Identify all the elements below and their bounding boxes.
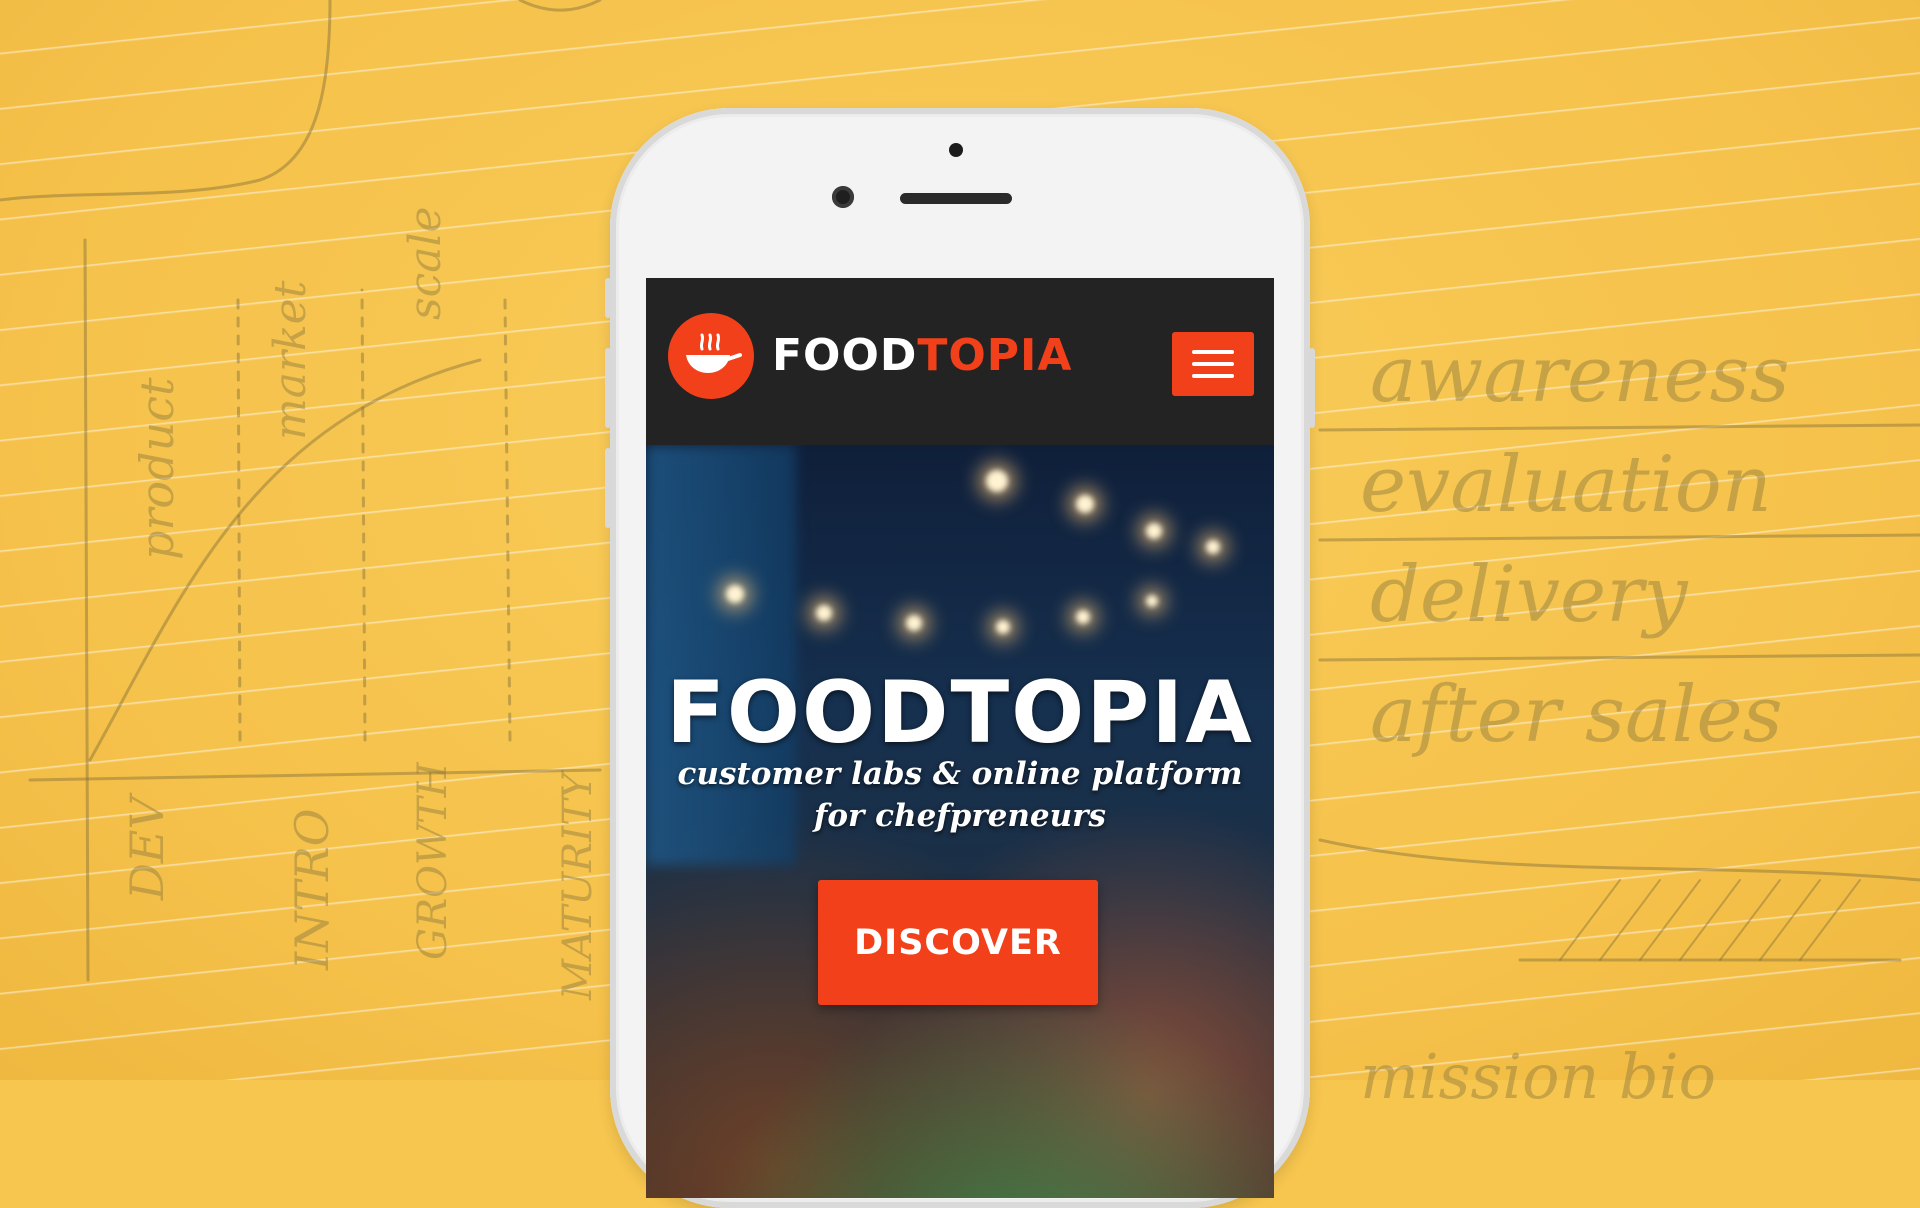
sketch-word-after-sales: after sales	[1370, 670, 1783, 760]
sketch-word-market: market	[265, 280, 316, 440]
string-light	[1146, 595, 1158, 607]
brand-name-part1: FOOD	[772, 330, 918, 381]
sketch-word-product: product	[130, 377, 184, 560]
front-camera-icon	[832, 186, 854, 208]
string-light	[726, 585, 744, 603]
string-light	[986, 470, 1008, 492]
sketch-word-awareness: awareness	[1370, 330, 1790, 420]
sketch-word-scale: scale	[400, 206, 451, 320]
sketch-word-evaluation: evaluation	[1360, 440, 1772, 530]
sketch-word-intro: INTRO	[285, 808, 339, 970]
hero-title: FOODTOPIA	[666, 663, 1254, 763]
brand-name-part2: TOPIA	[917, 330, 1073, 381]
wok-pan-icon[interactable]	[668, 313, 754, 399]
string-light	[1206, 540, 1220, 554]
earpiece-speaker	[900, 193, 1012, 204]
string-light	[906, 615, 922, 631]
hero-subtitle-line1: customer labs & online platform	[677, 756, 1243, 792]
hero-subtitle: customer labs & online platform for chef…	[646, 753, 1274, 837]
hamburger-menu-icon[interactable]	[1172, 332, 1254, 396]
phone-volume-button	[605, 348, 611, 428]
string-light	[816, 605, 832, 621]
string-light	[1076, 610, 1090, 624]
string-light	[1146, 523, 1162, 539]
phone-volume-button	[605, 448, 611, 528]
sketch-word-dev: DEV	[120, 796, 174, 900]
hero-section: FOODTOPIA customer labs & online platfor…	[646, 445, 1274, 1198]
sketch-word-maturity: MATURITY	[555, 772, 601, 1000]
sketch-word-mission: mission bio	[1360, 1040, 1716, 1113]
proximity-sensor	[949, 143, 963, 157]
smartphone-mockup: FOODTOPIA FOODTOPIA customer labs & onli…	[605, 108, 1315, 1208]
sketch-word-delivery: delivery	[1370, 550, 1688, 640]
discover-button[interactable]: DISCOVER	[818, 880, 1098, 1005]
string-light	[1076, 495, 1094, 513]
site-header: FOODTOPIA	[646, 278, 1274, 445]
sketch-word-growth: GROWTH	[410, 762, 456, 960]
phone-volume-button	[605, 278, 611, 318]
string-light	[996, 620, 1010, 634]
phone-power-button	[1309, 348, 1315, 428]
brand-name[interactable]: FOODTOPIA	[772, 330, 1072, 381]
hero-subtitle-line2: for chefpreneurs	[814, 798, 1106, 834]
phone-screen: FOODTOPIA FOODTOPIA customer labs & onli…	[646, 278, 1274, 1198]
